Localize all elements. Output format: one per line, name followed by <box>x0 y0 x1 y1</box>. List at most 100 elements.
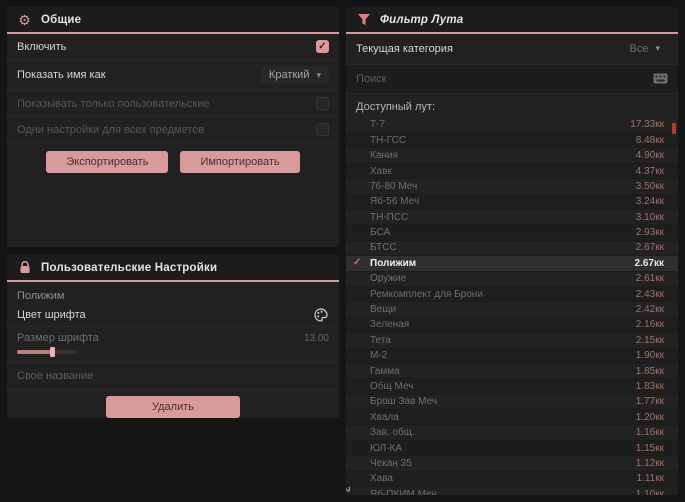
font-size-slider[interactable] <box>17 347 77 357</box>
loot-item-row[interactable]: 76-80 Меч 3.50кк <box>346 179 678 195</box>
delete-button[interactable]: Удалить <box>106 396 240 418</box>
show-name-row: Показать имя как Краткий ▾ <box>7 60 339 91</box>
category-dropdown[interactable]: Все ▾ <box>622 40 669 58</box>
only-custom-label: Показывать только пользовательские <box>17 97 210 110</box>
loot-item-row[interactable]: ✓ Полижим 2.67кк <box>346 256 678 272</box>
font-size-label: Размер шрифта <box>17 332 99 344</box>
loot-item-name: Брош Зав Меч <box>370 396 438 408</box>
enable-label: Включить <box>17 40 67 53</box>
loot-item-name: Хавк <box>370 165 392 177</box>
loot-item-name: Чекан 35 <box>370 457 412 469</box>
export-button[interactable]: Экспортировать <box>46 151 169 173</box>
slider-handle[interactable] <box>50 347 55 357</box>
user-settings-header: Пользовательские Настройки <box>7 255 339 282</box>
only-custom-checkbox[interactable] <box>316 97 329 110</box>
loot-item-name: ТН-ГСС <box>370 134 407 146</box>
general-panel-title: Общие <box>41 13 82 26</box>
loot-item-row[interactable]: Общ Меч 1.83кк <box>346 379 678 395</box>
loot-item-row[interactable]: Хавк 4.37кк <box>346 163 678 180</box>
font-size-row: Размер шрифта 13.00 <box>7 327 339 363</box>
font-color-label: Цвет шрифта <box>17 309 86 321</box>
loot-item-value: 2.43кк <box>635 288 664 300</box>
loot-item-name: БСА <box>370 227 391 239</box>
loot-item-row[interactable]: Зав. общ. 1.16кк <box>346 425 678 441</box>
loot-item-row[interactable]: Оружие 2.61кк <box>346 271 678 287</box>
same-settings-checkbox[interactable] <box>316 123 329 136</box>
slider-fill <box>17 350 53 354</box>
loot-item-value: 3.24кк <box>635 196 664 208</box>
loot-item-row[interactable]: ЮЛ-КА 1.15кк <box>346 440 678 457</box>
loot-item-value: 1.83кк <box>635 381 664 392</box>
loot-item-value: 3.10кк <box>635 211 664 223</box>
funnel-icon <box>356 12 371 27</box>
user-settings-title: Пользовательские Настройки <box>41 261 218 274</box>
loot-item-value: 8.48кк <box>635 134 664 146</box>
loot-item-value: 2.67кк <box>635 242 664 254</box>
loot-item-row[interactable]: Т-7 17.33кк <box>346 117 678 134</box>
show-name-label: Показать имя как <box>17 69 106 81</box>
lock-icon <box>17 260 32 275</box>
loot-item-row[interactable]: Яб-ПКИМ Меч 1.10кк <box>346 487 678 495</box>
search-input[interactable] <box>356 72 644 85</box>
loot-item-name: Ремкомплект для Брони <box>370 288 483 300</box>
loot-item-row[interactable]: Тета 2.15кк <box>346 333 678 349</box>
general-panel-header: ⚙ Общие <box>7 7 339 34</box>
loot-item-value: 2.67кк <box>634 257 664 269</box>
loot-item-value: 2.93кк <box>635 227 664 239</box>
export-import-row: Экспортировать Импортировать <box>7 143 339 181</box>
loot-item-name: Оружие <box>370 273 407 285</box>
left-column: ⚙ Общие Включить ✓ Показать имя как Крат… <box>7 7 339 495</box>
only-custom-row: Показывать только пользовательские <box>7 91 339 117</box>
keyboard-icon[interactable] <box>652 72 668 86</box>
loot-item-row[interactable]: М-2 1.90кк <box>346 348 678 364</box>
loot-item-value: 3.50кк <box>635 180 664 192</box>
root-layout: ⚙ Общие Включить ✓ Показать имя как Крат… <box>0 0 685 502</box>
custom-name-input[interactable] <box>17 370 329 382</box>
import-button[interactable]: Импортировать <box>180 151 300 173</box>
right-column: Фильтр Лута Текущая категория Все ▾ Дост… <box>346 7 678 495</box>
loot-item-value: 1.85кк <box>635 365 664 377</box>
loot-item-value: 1.15кк <box>635 442 664 454</box>
check-icon: ✓ <box>353 257 362 269</box>
font-size-value: 13.00 <box>303 332 329 344</box>
scrollbar-thumb[interactable] <box>672 122 676 134</box>
general-panel: ⚙ Общие Включить ✓ Показать имя как Крат… <box>7 7 339 247</box>
loot-item-name: Вещи <box>370 304 397 316</box>
loot-item-row[interactable]: БТСС 2.67кк <box>346 240 678 257</box>
loot-item-value: 2.61кк <box>635 273 664 285</box>
loot-item-row[interactable]: Хава 1.11кк <box>346 471 678 488</box>
category-label: Текущая категория <box>356 42 453 55</box>
loot-item-row[interactable]: Гамма 1.85кк <box>346 363 678 380</box>
loot-item-row[interactable]: Чекан 35 1.12кк <box>346 456 678 472</box>
loot-item-value: 1.77кк <box>635 396 664 408</box>
loot-item-row[interactable]: Кания 4.90кк <box>346 148 678 164</box>
same-settings-row: Одни настройки для всех предметов <box>7 117 339 143</box>
loot-item-name: 76-80 Меч <box>370 180 418 192</box>
loot-item-name: Хава <box>370 473 393 485</box>
chevron-down-icon: ▾ <box>316 69 321 80</box>
loot-item-row[interactable]: Брош Зав Меч 1.77кк <box>346 394 678 411</box>
loot-item-name: Полижим <box>370 257 417 269</box>
user-settings-panel: Пользовательские Настройки Полижим Цвет … <box>7 255 339 418</box>
loot-list-wrap: Т-7 17.33кк ТН-ГСС 8.48кк Кания 4.90кк Хавк 4.3… <box>346 117 678 495</box>
loot-item-row[interactable]: Ремкомплект для Брони 2.43кк <box>346 286 678 303</box>
loot-item-value: 1.11кк <box>636 473 664 485</box>
custom-name-row <box>7 363 339 390</box>
enable-checkbox[interactable]: ✓ <box>316 40 329 53</box>
loot-item-name: Зав. общ. <box>370 427 415 439</box>
palette-icon[interactable] <box>313 308 329 322</box>
loot-item-row[interactable]: ТН-ГСС 8.48кк <box>346 133 678 149</box>
loot-item-name: Яб-ПКИМ Меч <box>370 488 437 495</box>
enable-row: Включить ✓ <box>7 34 339 60</box>
loot-item-name: Тета <box>370 334 391 346</box>
loot-item-row[interactable]: Зеленая 2.16кк <box>346 317 678 334</box>
category-value: Все <box>629 42 649 55</box>
available-loot-label: Доступный лут: <box>356 100 436 113</box>
loot-item-name: Общ Меч <box>370 381 414 392</box>
loot-item-row[interactable]: Яб-56 Меч 3.24кк <box>346 194 678 210</box>
show-name-dropdown[interactable]: Краткий ▾ <box>260 66 329 84</box>
loot-item-row[interactable]: БСА 2.93кк <box>346 225 678 241</box>
loot-item-row[interactable]: ТН-ПСС 3.10кк <box>346 210 678 226</box>
loot-item-row[interactable]: Вещи 2.42кк <box>346 302 678 318</box>
loot-item-row[interactable]: Хвала 1.20кк <box>346 410 678 426</box>
